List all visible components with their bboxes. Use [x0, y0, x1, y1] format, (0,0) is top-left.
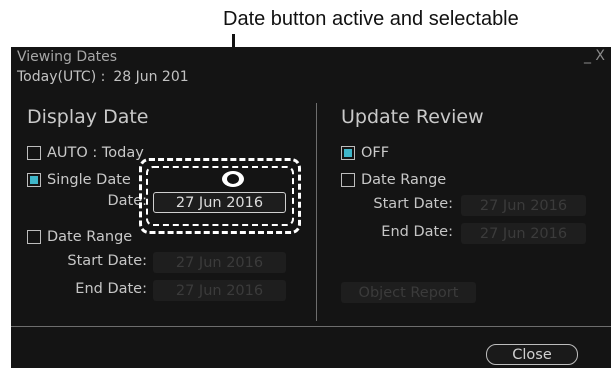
checkbox-icon [27, 146, 41, 160]
checkbox-icon [27, 230, 41, 244]
off-label: OFF [361, 145, 390, 161]
end-date-button[interactable]: 27 Jun 2016 [153, 280, 286, 301]
title-bar: Viewing Dates _ X [11, 47, 611, 69]
callout-anchor-dot [222, 171, 244, 187]
auto-today-label: AUTO : Today [47, 145, 144, 161]
checkbox-checked-icon [27, 173, 41, 187]
callout-text: Date button active and selectable [223, 8, 519, 30]
update-end-date-button[interactable]: 27 Jun 2016 [461, 223, 586, 244]
checkbox-checked-icon [341, 146, 355, 160]
window-controls-icon[interactable]: _ X [584, 48, 605, 64]
off-checkbox[interactable]: OFF [341, 144, 389, 162]
date-label: Date: [107, 193, 147, 209]
update-start-date-button[interactable]: 27 Jun 2016 [461, 195, 586, 216]
start-date-label: Start Date: [67, 253, 147, 269]
dialog-title: Viewing Dates [17, 49, 118, 65]
update-end-date-label: End Date: [381, 224, 453, 240]
auto-today-checkbox[interactable]: AUTO : Today [27, 144, 144, 162]
close-button[interactable]: Close [486, 344, 578, 365]
today-label: Today(UTC) : [17, 69, 106, 85]
today-utc: Today(UTC) : 28 Jun 201 [17, 69, 189, 85]
single-date-checkbox[interactable]: Single Date [27, 171, 131, 189]
display-date-heading: Display Date [27, 106, 149, 128]
checkbox-icon [341, 173, 355, 187]
update-date-range-label: Date Range [361, 172, 447, 188]
date-range-label: Date Range [47, 229, 133, 245]
update-review-heading: Update Review [341, 106, 484, 128]
object-report-button[interactable]: Object Report [341, 282, 476, 303]
update-date-range-checkbox[interactable]: Date Range [341, 171, 446, 189]
display-date-range-checkbox[interactable]: Date Range [27, 228, 132, 246]
viewing-dates-dialog: Viewing Dates _ X Today(UTC) : 28 Jun 201… [11, 47, 611, 368]
today-value: 28 Jun 201 [113, 69, 189, 85]
start-date-button[interactable]: 27 Jun 2016 [153, 252, 286, 273]
footer-divider [11, 326, 611, 327]
column-divider [316, 103, 317, 321]
highlight-frame-inner [146, 166, 294, 226]
update-start-date-label: Start Date: [373, 196, 453, 212]
end-date-label: End Date: [75, 281, 147, 297]
single-date-label: Single Date [47, 172, 131, 188]
